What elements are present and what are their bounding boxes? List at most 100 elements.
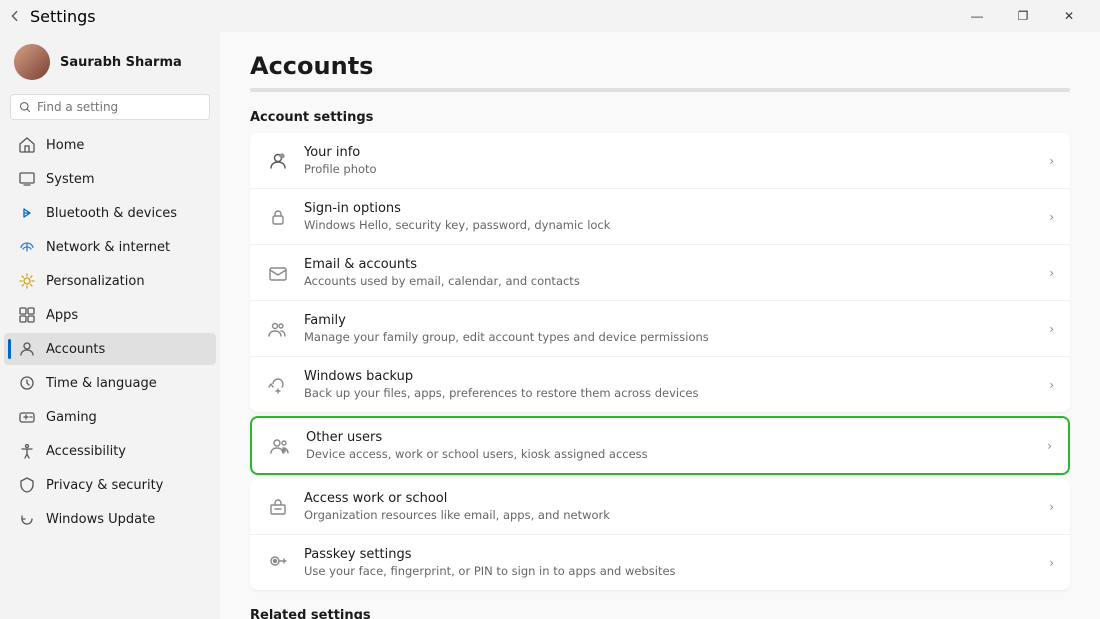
sidebar-item-apps[interactable]: Apps <box>4 299 216 331</box>
backup-desc: Back up your files, apps, preferences to… <box>304 386 1035 400</box>
family-icon <box>266 317 290 341</box>
email-accounts-item[interactable]: Email & accounts Accounts used by email,… <box>250 245 1070 301</box>
system-icon <box>18 170 36 188</box>
time-icon <box>18 374 36 392</box>
main-content: Accounts Account settings Your info Prof… <box>220 32 1100 619</box>
access-work-icon <box>266 495 290 519</box>
backup-title: Windows backup <box>304 369 1035 384</box>
signin-chevron: › <box>1049 210 1054 224</box>
access-work-item[interactable]: Access work or school Organization resou… <box>250 479 1070 535</box>
signin-desc: Windows Hello, security key, password, d… <box>304 218 1035 232</box>
other-users-desc: Device access, work or school users, kio… <box>306 447 1033 461</box>
title-bar-left: Settings <box>8 7 96 26</box>
passkey-desc: Use your face, fingerprint, or PIN to si… <box>304 564 1035 578</box>
maximize-button[interactable]: ❐ <box>1000 0 1046 32</box>
your-info-icon <box>266 149 290 173</box>
related-settings-section: Related settings Account privacy View yo… <box>250 608 1070 619</box>
your-info-title: Your info <box>304 145 1035 160</box>
back-icon[interactable] <box>8 9 22 23</box>
email-text: Email & accounts Accounts used by email,… <box>304 257 1035 288</box>
network-icon <box>18 238 36 256</box>
your-info-text: Your info Profile photo <box>304 145 1035 176</box>
sidebar-item-time[interactable]: Time & language <box>4 367 216 399</box>
apps-icon <box>18 306 36 324</box>
family-title: Family <box>304 313 1035 328</box>
your-info-item[interactable]: Your info Profile photo › <box>250 133 1070 189</box>
signin-title: Sign-in options <box>304 201 1035 216</box>
home-icon <box>18 136 36 154</box>
passkey-text: Passkey settings Use your face, fingerpr… <box>304 547 1035 578</box>
privacy-icon <box>18 476 36 494</box>
account-settings-label: Account settings <box>250 110 1070 125</box>
access-work-desc: Organization resources like email, apps,… <box>304 508 1035 522</box>
other-users-item[interactable]: Other users Device access, work or schoo… <box>252 418 1068 473</box>
sidebar-item-personalization[interactable]: Personalization <box>4 265 216 297</box>
window-title: Settings <box>30 7 96 26</box>
passkey-item[interactable]: Passkey settings Use your face, fingerpr… <box>250 535 1070 590</box>
passkey-icon <box>266 551 290 575</box>
signin-options-item[interactable]: Sign-in options Windows Hello, security … <box>250 189 1070 245</box>
personalization-icon <box>18 272 36 290</box>
backup-chevron: › <box>1049 378 1054 392</box>
other-users-chevron: › <box>1047 439 1052 453</box>
update-icon <box>18 510 36 528</box>
access-work-text: Access work or school Organization resou… <box>304 491 1035 522</box>
avatar <box>14 44 50 80</box>
passkey-title: Passkey settings <box>304 547 1035 562</box>
passkey-chevron: › <box>1049 556 1054 570</box>
signin-icon <box>266 205 290 229</box>
email-icon <box>266 261 290 285</box>
email-desc: Accounts used by email, calendar, and co… <box>304 274 1035 288</box>
privacy-label: Privacy & security <box>46 478 163 493</box>
minimize-button[interactable]: — <box>954 0 1000 32</box>
account-settings-card: Your info Profile photo › Sign-in option… <box>250 133 1070 412</box>
email-chevron: › <box>1049 266 1054 280</box>
search-input[interactable] <box>37 100 201 114</box>
avatar-image <box>14 44 50 80</box>
family-chevron: › <box>1049 322 1054 336</box>
accessibility-icon <box>18 442 36 460</box>
accounts-nav-label: Accounts <box>46 342 105 357</box>
sidebar-item-system[interactable]: System <box>4 163 216 195</box>
other-users-highlighted-card: Other users Device access, work or schoo… <box>250 416 1070 475</box>
sidebar-profile[interactable]: Saurabh Sharma <box>0 32 220 90</box>
accounts-nav-icon <box>18 340 36 358</box>
sidebar-item-privacy[interactable]: Privacy & security <box>4 469 216 501</box>
sidebar-item-home[interactable]: Home <box>4 129 216 161</box>
home-label: Home <box>46 138 84 153</box>
sidebar-item-accessibility[interactable]: Accessibility <box>4 435 216 467</box>
signin-text: Sign-in options Windows Hello, security … <box>304 201 1035 232</box>
sidebar-item-update[interactable]: Windows Update <box>4 503 216 535</box>
backup-icon <box>266 373 290 397</box>
breadcrumb-bar <box>250 88 1070 92</box>
bluetooth-label: Bluetooth & devices <box>46 206 177 221</box>
app-container: Saurabh Sharma Home System <box>0 32 1100 619</box>
access-passkey-card: Access work or school Organization resou… <box>250 479 1070 590</box>
window-controls: — ❐ ✕ <box>954 0 1092 32</box>
family-desc: Manage your family group, edit account t… <box>304 330 1035 344</box>
time-label: Time & language <box>46 376 157 391</box>
sidebar-item-bluetooth[interactable]: Bluetooth & devices <box>4 197 216 229</box>
network-label: Network & internet <box>46 240 170 255</box>
personalization-label: Personalization <box>46 274 145 289</box>
page-title: Accounts <box>250 52 1070 80</box>
windows-backup-item[interactable]: Windows backup Back up your files, apps,… <box>250 357 1070 412</box>
family-item[interactable]: Family Manage your family group, edit ac… <box>250 301 1070 357</box>
close-button[interactable]: ✕ <box>1046 0 1092 32</box>
profile-name: Saurabh Sharma <box>60 55 182 70</box>
apps-label: Apps <box>46 308 78 323</box>
other-users-title: Other users <box>306 430 1033 445</box>
sidebar: Saurabh Sharma Home System <box>0 32 220 619</box>
sidebar-item-gaming[interactable]: Gaming <box>4 401 216 433</box>
search-box[interactable] <box>10 94 210 120</box>
email-title: Email & accounts <box>304 257 1035 272</box>
other-users-text: Other users Device access, work or schoo… <box>306 430 1033 461</box>
bluetooth-icon <box>18 204 36 222</box>
sidebar-item-network[interactable]: Network & internet <box>4 231 216 263</box>
gaming-icon <box>18 408 36 426</box>
system-label: System <box>46 172 94 187</box>
related-settings-label: Related settings <box>250 608 1070 619</box>
accessibility-label: Accessibility <box>46 444 126 459</box>
search-icon <box>19 101 31 113</box>
sidebar-item-accounts[interactable]: Accounts <box>4 333 216 365</box>
